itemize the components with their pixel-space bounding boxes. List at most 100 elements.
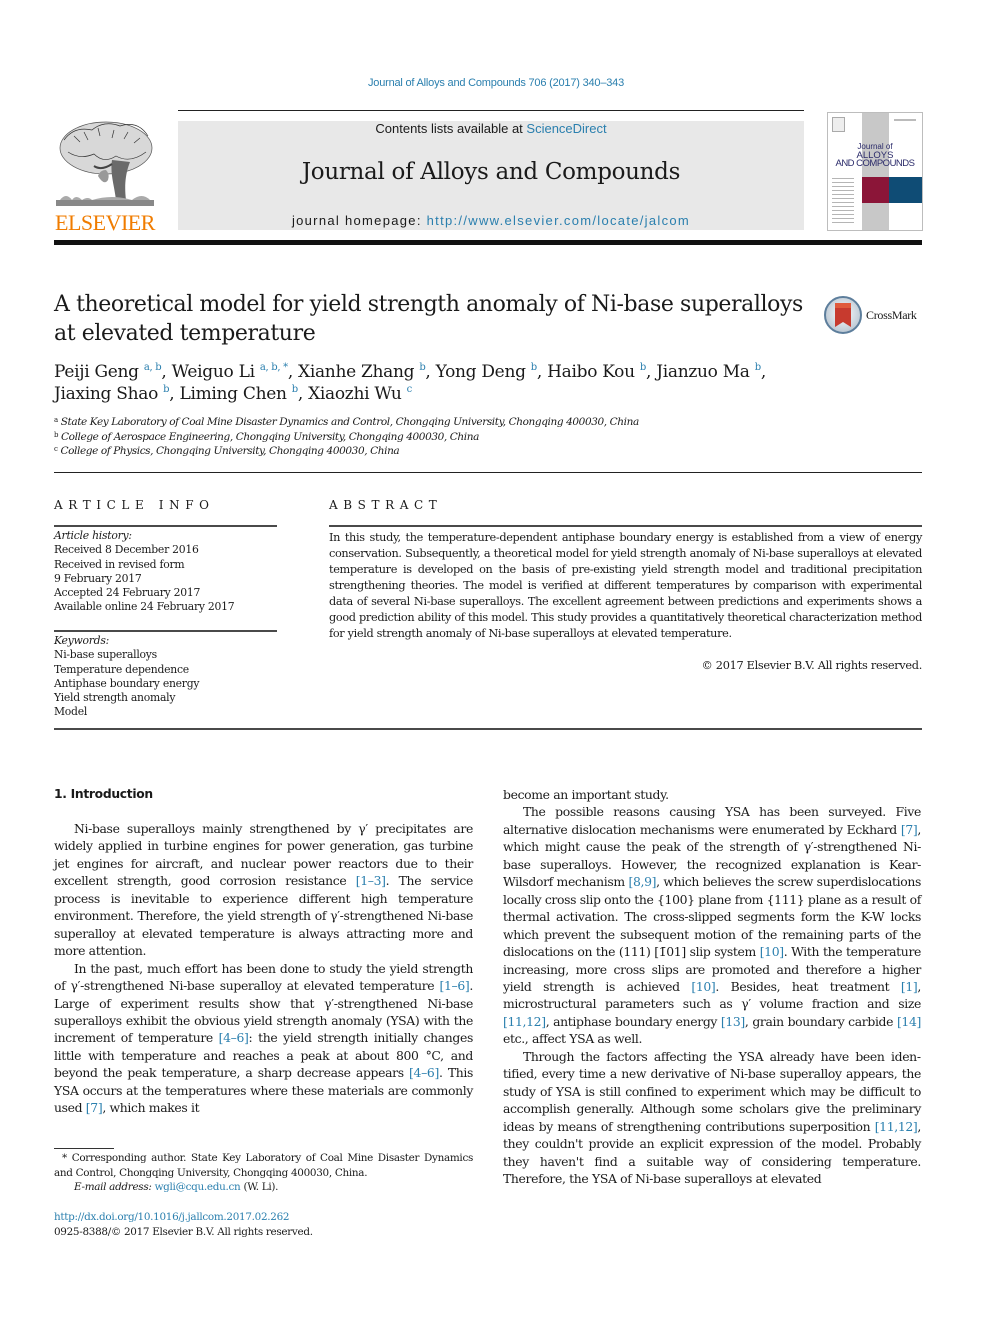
article-info-heading: ARTICLE INFO (54, 498, 215, 512)
citation-link[interactable]: [7] (901, 822, 918, 837)
affiliation-marker[interactable]: a, b (144, 362, 162, 373)
history-item: Accepted 24 February 2017 (54, 586, 201, 600)
text-run: , antiphase boundary energy (545, 1013, 721, 1029)
affiliation-rule (54, 472, 922, 473)
article-history: Article history: Received 8 December 201… (54, 529, 284, 615)
author-separator: , (646, 362, 657, 382)
keywords-label: Keywords: (54, 634, 110, 647)
corresponding-author-note: * Corresponding author. State Key Labora… (54, 1152, 473, 1179)
elsevier-tree-icon (56, 121, 154, 206)
journal-homepage-line: journal homepage: http://www.elsevier.co… (178, 213, 804, 229)
author-line-1: Peiji Geng a, b, Weiguo Li a, b, *, Xian… (54, 361, 834, 383)
article-title-line2: at elevated temperature (54, 321, 316, 346)
citation-link[interactable]: [4–6] (219, 1030, 249, 1045)
author-separator: , (287, 362, 299, 382)
journal-citation-link[interactable]: Journal of Alloys and Compounds 706 (201… (0, 77, 992, 89)
keywords-rule (54, 630, 277, 632)
keyword: Yield strength anomaly (54, 691, 176, 705)
email-label: E-mail address: (74, 1181, 155, 1194)
keyword: Ni-base superalloys (54, 648, 157, 662)
author[interactable]: Haibo Kou b (547, 362, 646, 382)
affiliation-text: State Key Laboratory of Coal Mine Disast… (60, 416, 640, 428)
affiliation: a State Key Laboratory of Coal Mine Disa… (54, 415, 914, 430)
affiliation-marker[interactable]: a, b, * (260, 362, 288, 373)
author[interactable]: Xianhe Zhang b (298, 362, 426, 382)
sciencedirect-link[interactable]: ScienceDirect (526, 121, 606, 136)
affiliation-text: College of Aerospace Engineering, Chongq… (61, 430, 479, 443)
contents-prefix: Contents lists available at (375, 121, 527, 136)
citation-link[interactable]: [14] (897, 1014, 921, 1029)
author-separator: , (161, 362, 172, 382)
history-item: Available online 24 February 2017 (54, 600, 235, 614)
author-name: Xianhe Zhang (298, 362, 415, 382)
header-bottom-rule (54, 240, 922, 245)
keyword: Antiphase boundary energy (54, 676, 200, 690)
abstract-copyright: © 2017 Elsevier B.V. All rights reserved… (701, 659, 923, 672)
author[interactable]: Yong Deng b (435, 362, 538, 382)
crossmark-button[interactable]: CrossMark (824, 296, 928, 334)
issn-copyright: 0925-8388/© 2017 Elsevier B.V. All right… (54, 1226, 313, 1238)
journal-homepage-link[interactable]: http://www.elsevier.com/locate/jalcom (427, 213, 690, 228)
author-name: Xiaozhi Wu (308, 384, 402, 404)
cover-blue-block (889, 177, 922, 203)
keyword: Model (54, 705, 88, 719)
citation-link[interactable]: [8,9] (628, 874, 656, 889)
author-separator: , (536, 362, 548, 382)
author-name: Liming Chen (179, 384, 287, 404)
author-name: Haibo Kou (547, 362, 635, 382)
body-column-left: Ni-base superalloys mainly strengthened … (54, 820, 473, 1117)
text-run: The possible reasons causing YSA has bee… (503, 804, 921, 837)
author[interactable]: Liming Chen b (179, 384, 298, 404)
citation-link[interactable]: [10] (691, 979, 715, 994)
citation-link[interactable]: [1] (901, 979, 918, 994)
abstract-rule (329, 525, 922, 527)
abstract-heading: ABSTRACT (329, 498, 443, 512)
author-separator: , (425, 362, 436, 382)
citation-link[interactable]: [7] (86, 1100, 103, 1115)
keywords: Keywords: Ni-base superalloys Temperatur… (54, 634, 284, 720)
paragraph: The possible reasons causing YSA has bee… (503, 803, 921, 1047)
citation-link[interactable]: [1–6] (440, 978, 470, 993)
author-name: Jiaxing Shao (54, 384, 159, 404)
paragraph: Ni-base superalloys mainly strengthened … (54, 820, 473, 960)
paragraph: In the past, much effort has been done t… (54, 960, 473, 1117)
author[interactable]: Weiguo Li a, b, * (172, 362, 288, 382)
author-name: Peiji Geng (54, 362, 139, 382)
author-separator: , (169, 384, 180, 404)
section-heading-introduction: 1. Introduction (54, 787, 153, 801)
author-name: Yong Deng (435, 362, 526, 382)
history-item: 9 February 2017 (54, 571, 142, 585)
affiliation-text: College of Physics, Chongqing University… (60, 445, 400, 458)
cover-contents-list (832, 175, 854, 225)
cover-publisher-mark-icon (832, 117, 845, 132)
author[interactable]: Peiji Geng a, b (54, 362, 162, 382)
email-link[interactable]: wgli@cqu.edu.cn (155, 1181, 241, 1193)
cover-volume-text (894, 119, 916, 121)
citation-link[interactable]: [11,12] (503, 1014, 546, 1029)
cover-grey-stripe (862, 113, 889, 230)
journal-cover-thumbnail[interactable]: Journal of ALLOYS AND COMPOUNDS (827, 112, 923, 231)
affiliation: c College of Physics, Chongqing Universi… (54, 444, 914, 459)
affiliation-key: c (54, 445, 58, 454)
article-title-line1: A theoretical model for yield strength a… (54, 292, 803, 317)
affiliation: b College of Aerospace Engineering, Chon… (54, 430, 914, 445)
citation-link[interactable]: [11,12] (875, 1119, 918, 1134)
author[interactable]: Jiaxing Shao b (54, 384, 170, 404)
article-title: A theoretical model for yield strength a… (54, 290, 814, 348)
author-separator: , (760, 362, 766, 382)
citation-link[interactable]: [1–3] (356, 873, 386, 888)
homepage-prefix: journal homepage: (291, 213, 427, 228)
doi-link[interactable]: http://dx.doi.org/10.1016/j.jallcom.2017… (54, 1210, 473, 1225)
author-name: Jianzuo Ma (656, 362, 750, 382)
author[interactable]: Xiaozhi Wu c (308, 384, 412, 404)
email-suffix: (W. Li). (240, 1181, 279, 1194)
citation-link[interactable]: [13] (721, 1014, 745, 1029)
author[interactable]: Jianzuo Ma b (656, 362, 761, 382)
citation-link[interactable]: [4–6] (409, 1065, 439, 1080)
affiliation-key: a (54, 416, 58, 424)
text-run: etc., affect YSA as well. (503, 1031, 643, 1047)
paragraph: Through the factors affecting the YSA al… (503, 1048, 921, 1188)
citation-link[interactable]: [10] (760, 944, 784, 959)
affiliation-marker[interactable]: c (407, 384, 413, 395)
history-item: Received in revised form (54, 557, 185, 571)
